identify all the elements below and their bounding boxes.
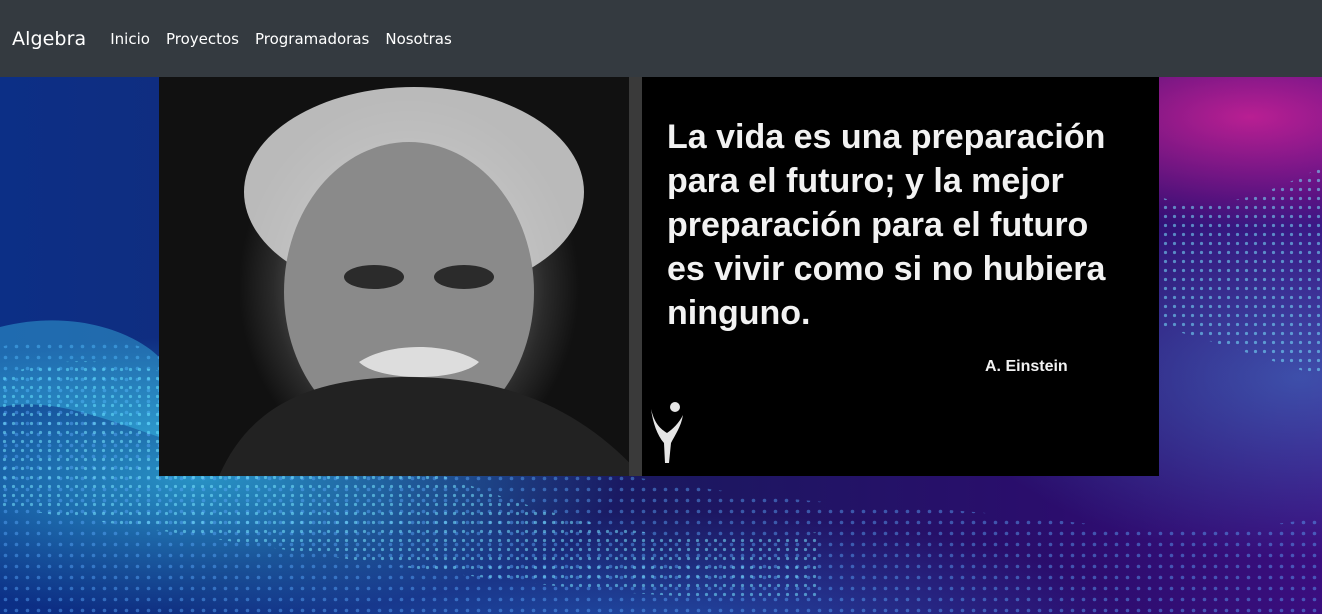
- nav-link-proyectos[interactable]: Proyectos: [166, 30, 239, 48]
- navbar-brand[interactable]: Algebra: [12, 28, 86, 50]
- einstein-portrait: [159, 77, 642, 476]
- person-figure-logo-icon: [651, 402, 683, 463]
- nav-link-nosotras[interactable]: Nosotras: [385, 30, 451, 48]
- quote-text: La vida es una preparación para el futur…: [667, 118, 1106, 332]
- navbar: Algebra Inicio Proyectos Programadoras N…: [0, 0, 1322, 77]
- einstein-quote-image: La vida es una preparación para el futur…: [159, 77, 1159, 476]
- portrait-shape: [219, 77, 642, 476]
- quote-author: A. Einstein: [985, 358, 1068, 375]
- nav-link-inicio[interactable]: Inicio: [110, 30, 150, 48]
- page: Algebra Inicio Proyectos Programadoras N…: [0, 0, 1322, 614]
- nav-link-programadoras[interactable]: Programadoras: [255, 30, 369, 48]
